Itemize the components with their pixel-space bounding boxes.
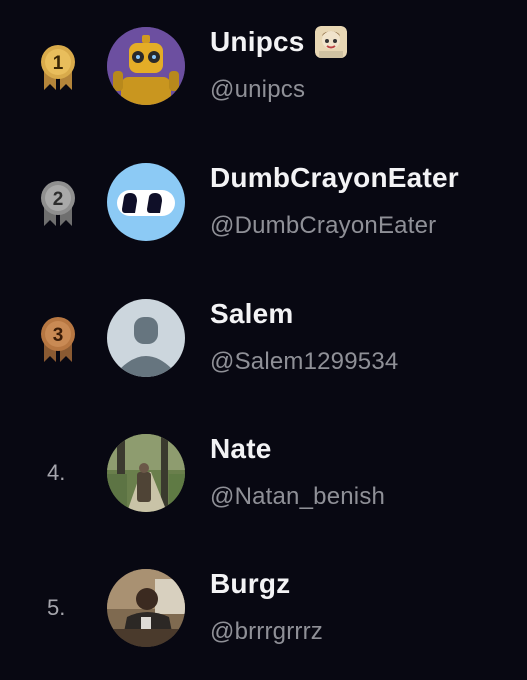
user-name-line: Unipcs (210, 26, 347, 58)
rank-number: 1 (53, 53, 64, 74)
leaderboard-row-4[interactable]: 4. Nate @Natan_benish (0, 413, 527, 533)
gold-medal-icon: 1 (36, 42, 80, 94)
user-name-line: Salem (210, 298, 294, 330)
user-name-line: Nate (210, 433, 272, 465)
crayon-eyes-avatar-icon[interactable] (107, 163, 185, 241)
sticker-badge-icon (314, 26, 347, 58)
silver-medal-icon: 2 (36, 178, 80, 230)
user-name[interactable]: DumbCrayonEater (210, 162, 459, 194)
rank-number: 5. (47, 595, 66, 620)
park-photo-avatar-icon[interactable] (107, 434, 185, 512)
leaderboard: 1 Unipcs @unipcs 2 DumbCrayonEater @Dumb… (0, 0, 527, 680)
rank-number: 2 (53, 189, 64, 210)
default-person-avatar-icon[interactable] (107, 299, 185, 377)
leaderboard-row-1[interactable]: 1 Unipcs @unipcs (0, 6, 527, 126)
user-name-line: DumbCrayonEater (210, 162, 459, 194)
leaderboard-row-2[interactable]: 2 DumbCrayonEater @DumbCrayonEater (0, 142, 527, 262)
user-name[interactable]: Unipcs (210, 26, 305, 58)
user-name-line: Burgz (210, 568, 290, 600)
user-name[interactable]: Salem (210, 298, 294, 330)
rank-number: 3 (53, 325, 64, 346)
leaderboard-row-3[interactable]: 3 Salem @Salem1299534 (0, 278, 527, 398)
user-name[interactable]: Nate (210, 433, 272, 465)
user-handle[interactable]: @DumbCrayonEater (210, 212, 436, 240)
user-handle[interactable]: @Natan_benish (210, 483, 385, 511)
bronze-medal-icon: 3 (36, 314, 80, 366)
user-name[interactable]: Burgz (210, 568, 290, 600)
office-photo-avatar-icon[interactable] (107, 569, 185, 647)
user-handle[interactable]: @Salem1299534 (210, 348, 398, 376)
robot-avatar-icon[interactable] (107, 27, 185, 105)
user-handle[interactable]: @unipcs (210, 76, 305, 104)
user-handle[interactable]: @brrrgrrrz (210, 618, 323, 646)
leaderboard-row-5[interactable]: 5. Burgz @brrrgrrrz (0, 548, 527, 668)
rank-number: 4. (47, 460, 66, 485)
